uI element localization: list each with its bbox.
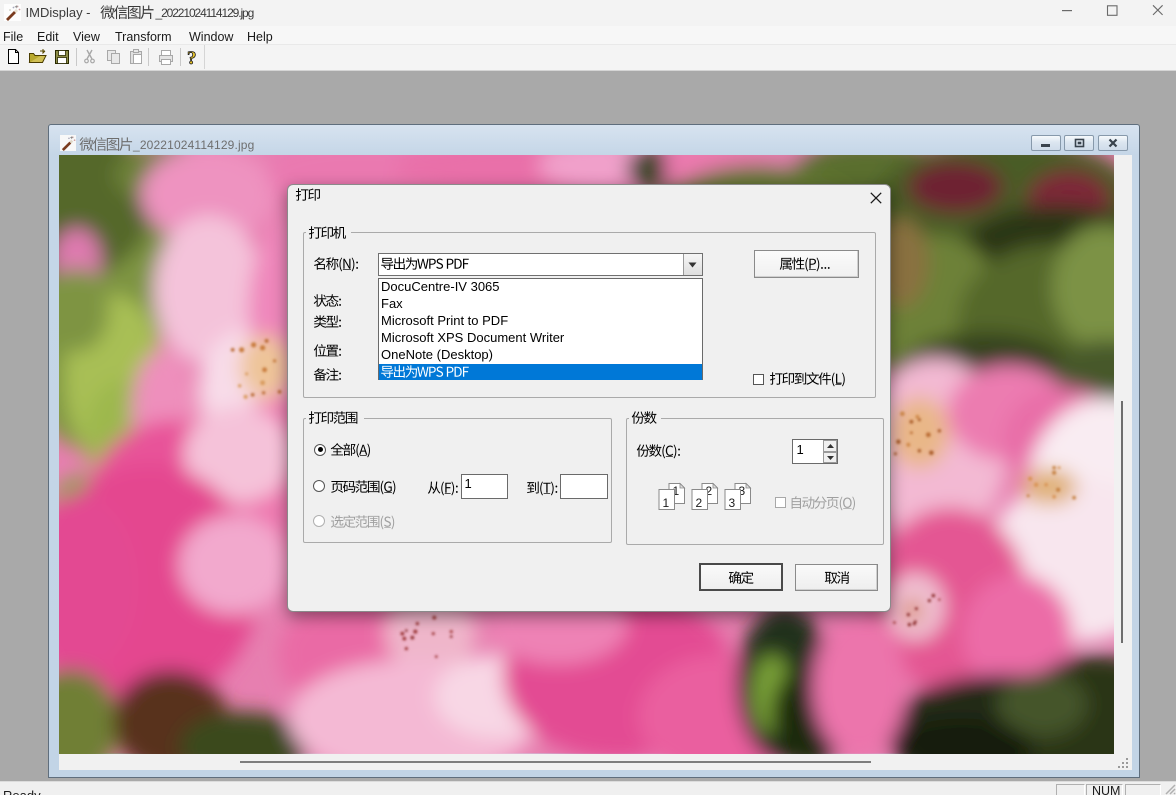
svg-text:2: 2 (695, 496, 702, 510)
svg-text:1: 1 (662, 496, 669, 510)
svg-text:?: ? (187, 48, 197, 68)
svg-text:3: 3 (728, 496, 735, 510)
